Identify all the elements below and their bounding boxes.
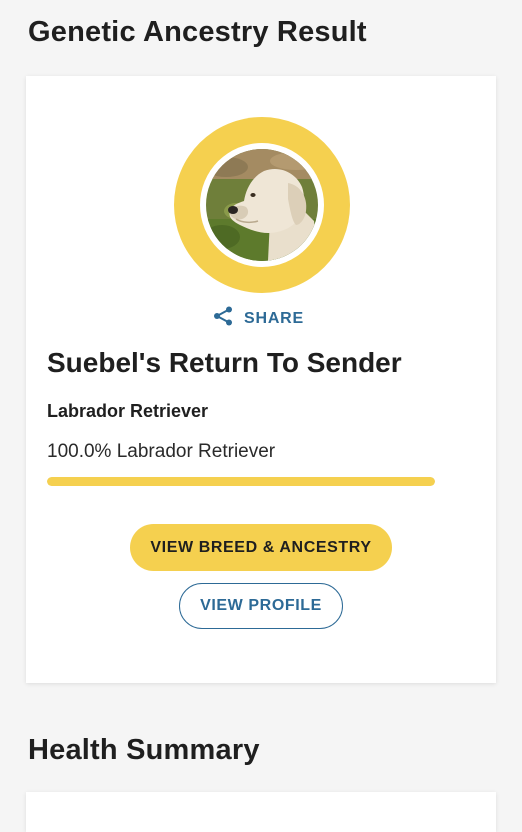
health-summary-title: Health Summary [28,734,260,766]
breed-ring [174,117,350,293]
ancestry-result-card: SHARE Suebel's Return To Sender Labrador… [26,76,496,683]
share-icon [212,305,234,332]
dog-photo-image [206,149,318,261]
share-button[interactable]: SHARE [212,305,304,332]
share-label: SHARE [244,309,305,327]
view-profile-button[interactable]: VIEW PROFILE [179,583,343,629]
breed-percentage: 100.0% Labrador Retriever [47,441,276,462]
breed-percentage-bar [47,477,435,486]
dog-name: Suebel's Return To Sender [47,347,402,378]
health-summary-card [26,792,496,832]
view-breed-ancestry-button[interactable]: VIEW BREED & ANCESTRY [130,524,392,571]
primary-breed: Labrador Retriever [47,401,209,421]
breed-percentage-fill [47,477,435,486]
genetic-ancestry-title: Genetic Ancestry Result [28,16,367,48]
dog-photo[interactable] [206,149,318,261]
ring-inner-gap [200,143,324,267]
